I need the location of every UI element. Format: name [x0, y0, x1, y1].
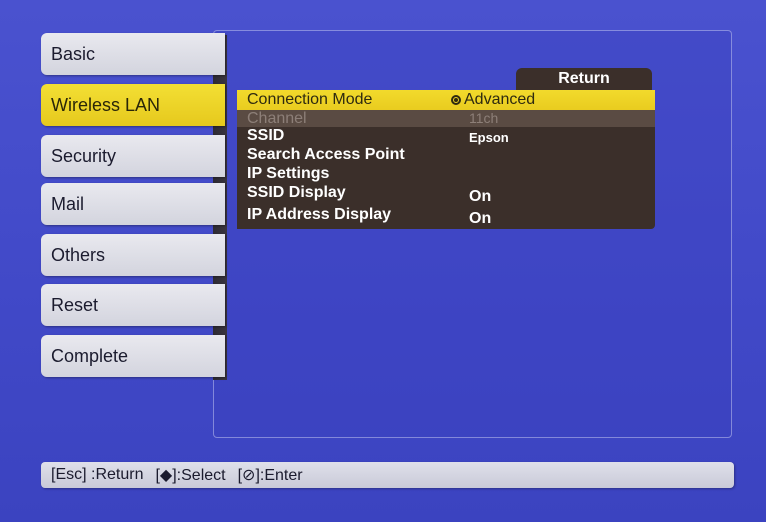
tab-wireless-lan[interactable]: Wireless LAN [41, 84, 225, 126]
tab-basic[interactable]: Basic [41, 33, 225, 75]
projector-network-settings-screen: Basic Wireless LAN Security Mail Others … [0, 0, 766, 522]
tab-label: Security [51, 145, 117, 166]
menu-item-label: Connection Mode [247, 91, 373, 108]
tab-reset[interactable]: Reset [41, 284, 225, 326]
radio-selected-icon [451, 95, 461, 105]
key-hint-bar: [Esc] :Return [◆]:Select [⊘]:Enter [41, 462, 734, 488]
menu-item-label: IP Address Display [247, 206, 392, 223]
menu-item-value: On [469, 188, 492, 205]
menu-item-label: IP Settings [247, 165, 330, 182]
esc-return-hint: [Esc] :Return [51, 466, 144, 483]
tab-security[interactable]: Security [41, 135, 225, 177]
menu-item-value: 11ch [469, 110, 499, 126]
menu-item-label: Search Access Point [247, 146, 405, 163]
menu-item-value: Advanced [451, 90, 535, 110]
connection-mode-value: Advanced [464, 91, 536, 108]
tab-label: Mail [51, 193, 85, 214]
menu-item-search-access-point[interactable]: Search Access Point [237, 146, 655, 165]
menu-item-ssid[interactable]: SSID Epson [237, 127, 655, 146]
menu-item-label: SSID [247, 127, 285, 144]
menu-item-connection-mode[interactable]: Connection Mode Advanced [237, 90, 655, 110]
tab-label: Complete [51, 345, 129, 366]
enter-hint: [⊘]:Enter [237, 467, 303, 484]
menu-item-value: On [469, 210, 492, 227]
tab-label: Others [51, 244, 106, 265]
menu-item-label: SSID Display [247, 184, 346, 201]
menu-item-channel: Channel 11ch [237, 110, 655, 127]
menu-item-ssid-display[interactable]: SSID Display On [237, 184, 655, 206]
select-hint: [◆]:Select [155, 467, 226, 484]
menu-item-ip-address-display[interactable]: IP Address Display On [237, 206, 655, 229]
tab-mail[interactable]: Mail [41, 183, 225, 225]
tab-others[interactable]: Others [41, 234, 225, 276]
tab-label: Basic [51, 43, 96, 64]
menu-item-label: Channel [247, 110, 307, 127]
tab-complete[interactable]: Complete [41, 335, 225, 377]
menu-item-value: Epson [469, 130, 509, 145]
return-button[interactable]: Return [516, 68, 652, 90]
tab-label: Wireless LAN [51, 94, 161, 115]
tab-label: Reset [51, 294, 99, 315]
menu-item-ip-settings[interactable]: IP Settings [237, 165, 655, 184]
